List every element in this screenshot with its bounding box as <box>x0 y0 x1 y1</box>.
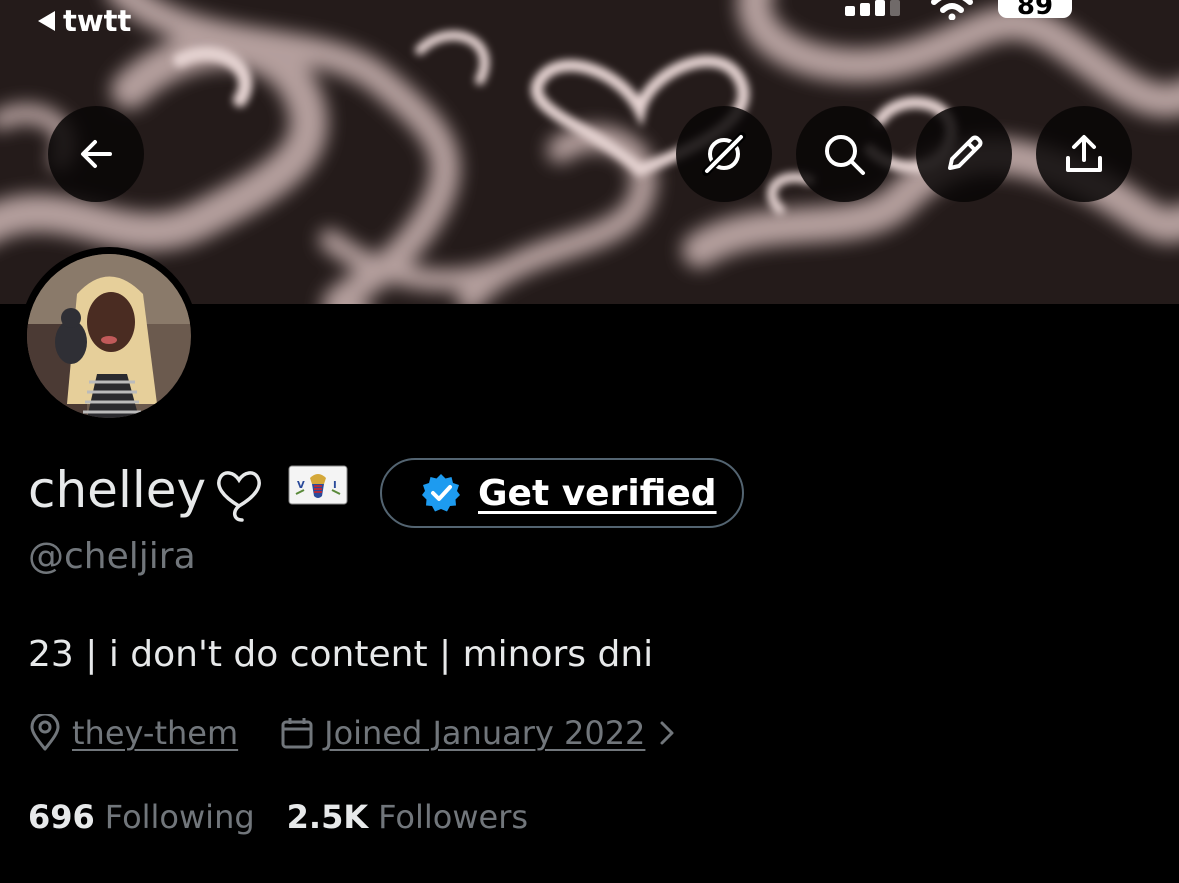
search-button[interactable] <box>796 106 892 202</box>
search-icon <box>825 135 865 175</box>
svg-text:V: V <box>297 480 305 491</box>
following-count: 696 <box>28 798 95 836</box>
calendar-icon <box>281 718 313 749</box>
battery-indicator: 89 <box>998 0 1072 18</box>
followers-label: Followers <box>378 798 529 836</box>
back-button[interactable] <box>48 106 144 202</box>
flag-us-virgin-islands-icon: V I <box>288 465 348 505</box>
heart-icon <box>217 471 261 522</box>
chevron-right-icon[interactable] <box>659 719 675 747</box>
cellular-signal-icon <box>845 0 900 16</box>
share-upload-icon <box>1066 135 1102 172</box>
avatar-photo <box>27 254 191 418</box>
joined-date-link[interactable]: Joined January 2022 <box>324 714 645 752</box>
pencil-icon <box>948 135 983 170</box>
profile-bio: 23 | i don't do content | minors dni <box>28 634 654 675</box>
back-app-label: twtt <box>63 4 132 38</box>
location-link[interactable]: they-them <box>72 714 238 752</box>
grok-button[interactable] <box>676 106 772 202</box>
get-verified-label: Get verified <box>478 472 717 514</box>
verified-badge-icon <box>422 474 460 512</box>
share-button[interactable] <box>1036 106 1132 202</box>
arrow-left-icon <box>81 140 112 168</box>
display-name: chelley <box>28 461 207 519</box>
svg-text:I: I <box>333 480 337 491</box>
back-triangle-icon <box>38 11 55 31</box>
profile-meta-row: they-them Joined January 2022 <box>28 708 675 758</box>
get-verified-button[interactable]: Get verified <box>380 458 744 528</box>
followers-count: 2.5K <box>286 798 369 836</box>
following-label: Following <box>104 798 255 836</box>
following-link[interactable]: 696 Following <box>28 798 255 836</box>
status-back-to-app[interactable]: twtt <box>38 4 131 38</box>
edit-button[interactable] <box>916 106 1012 202</box>
grok-icon <box>702 132 746 176</box>
user-handle: @cheljira <box>28 536 196 577</box>
profile-banner[interactable]: twtt 89 <box>0 0 1179 304</box>
followers-link[interactable]: 2.5K Followers <box>287 798 528 836</box>
follow-counts: 696 Following 2.5K Followers <box>28 798 528 836</box>
wifi-icon <box>931 0 973 20</box>
avatar[interactable] <box>20 247 198 425</box>
location-pin-icon <box>30 714 60 751</box>
